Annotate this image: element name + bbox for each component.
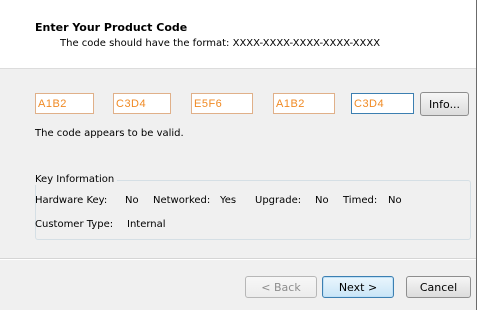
next-button[interactable]: Next > bbox=[322, 276, 394, 298]
customer-type-value: Internal bbox=[127, 219, 166, 230]
code-field-1[interactable] bbox=[35, 93, 94, 114]
validation-status: The code appears to be valid. bbox=[35, 128, 184, 139]
timed-value: No bbox=[388, 195, 402, 206]
back-button[interactable]: < Back bbox=[245, 276, 317, 298]
key-information-group bbox=[35, 180, 471, 240]
page-title: Enter Your Product Code bbox=[35, 21, 188, 34]
wizard-header: Enter Your Product Code The code should … bbox=[0, 0, 476, 69]
code-field-4[interactable] bbox=[273, 93, 335, 114]
code-field-3[interactable] bbox=[191, 93, 253, 114]
info-button[interactable]: Info... bbox=[420, 92, 469, 116]
upgrade-value: No bbox=[315, 195, 329, 206]
customer-type-label: Customer Type: bbox=[35, 219, 114, 230]
page-subtitle: The code should have the format: XXXX-XX… bbox=[60, 38, 381, 49]
upgrade-label: Upgrade: bbox=[255, 195, 302, 206]
key-information-legend: Key Information bbox=[35, 174, 118, 185]
window-edge bbox=[476, 0, 477, 310]
cancel-button[interactable]: Cancel bbox=[406, 276, 471, 298]
timed-label: Timed: bbox=[343, 195, 378, 206]
hardware-key-label: Hardware Key: bbox=[35, 195, 108, 206]
hardware-key-value: No bbox=[125, 195, 139, 206]
networked-value: Yes bbox=[220, 195, 237, 206]
code-field-5[interactable] bbox=[351, 93, 414, 114]
footer-divider-highlight bbox=[0, 259, 476, 260]
networked-label: Networked: bbox=[153, 195, 211, 206]
code-field-2[interactable] bbox=[113, 93, 171, 114]
